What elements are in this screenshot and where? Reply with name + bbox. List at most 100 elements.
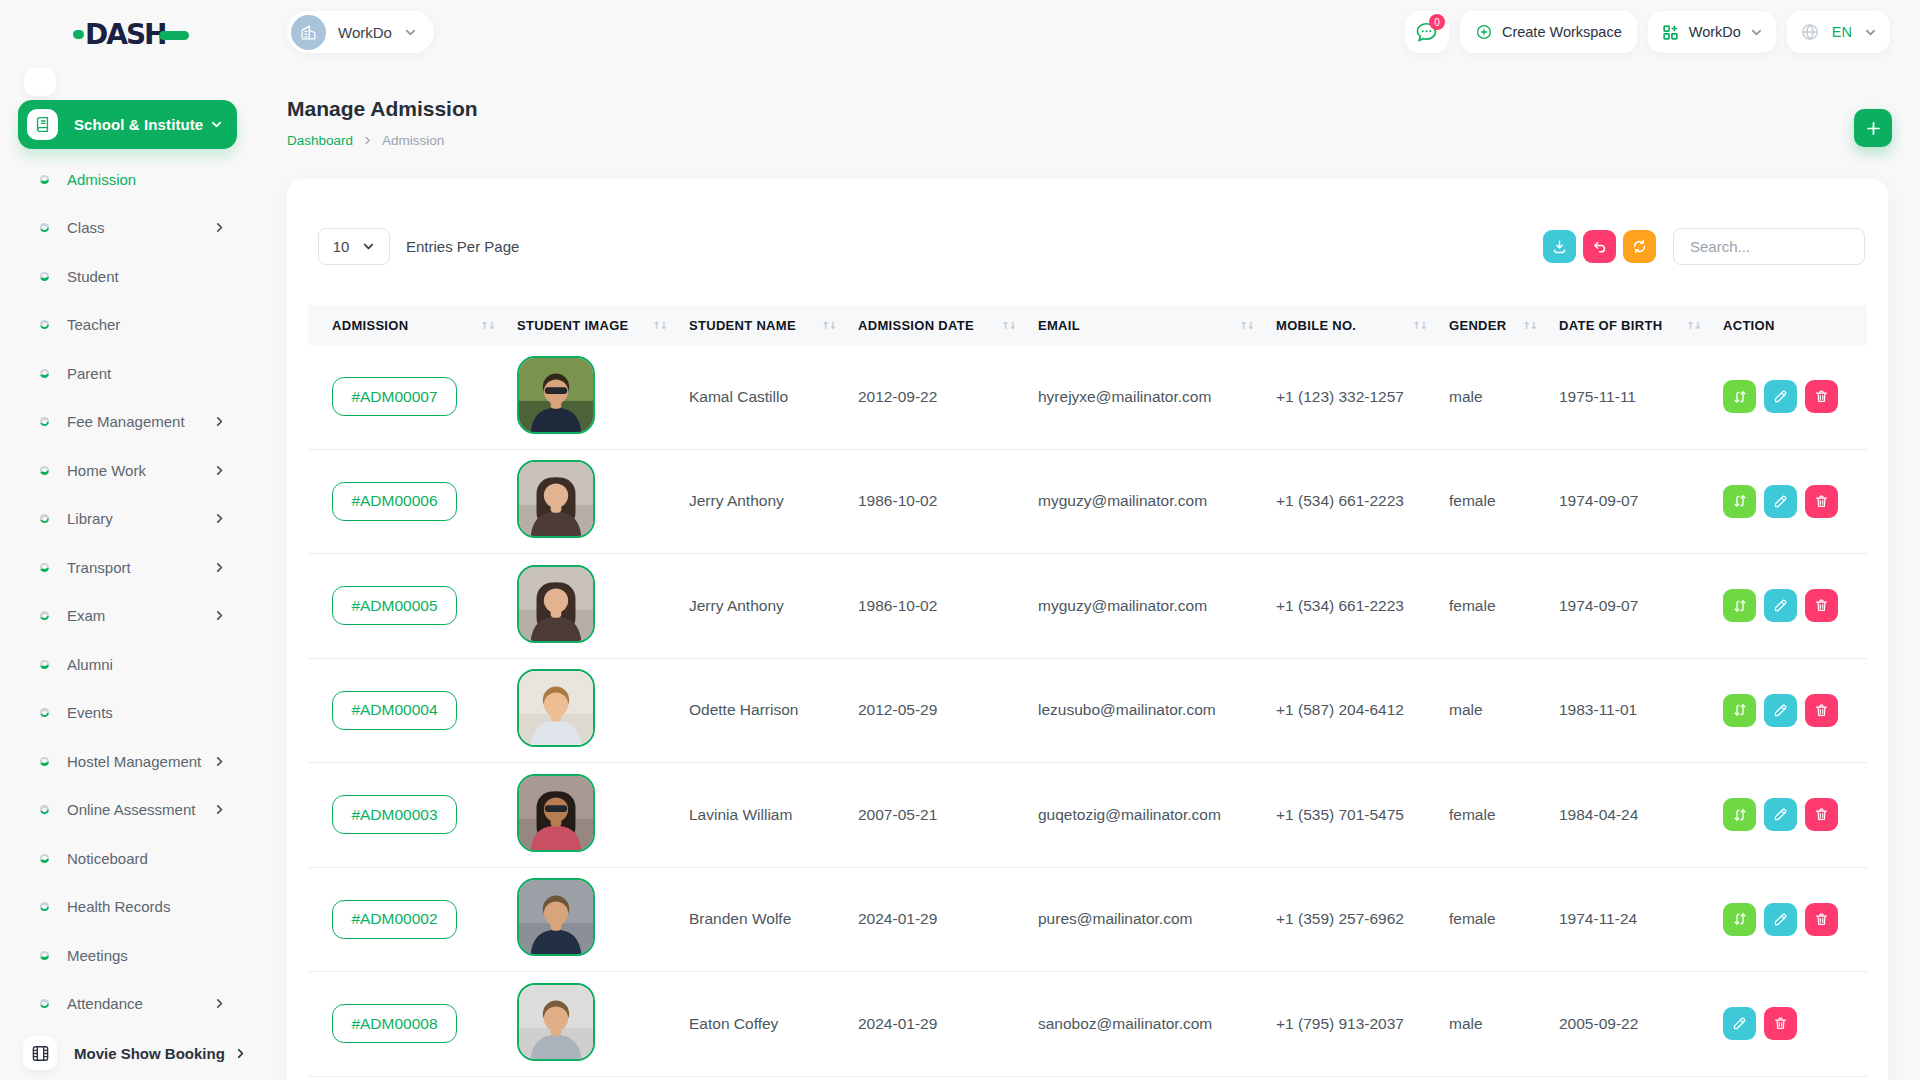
sidebar-item-transport[interactable]: Transport (0, 543, 267, 592)
sidebar-item-events[interactable]: Events (0, 689, 267, 738)
bullet-icon (40, 611, 49, 620)
column-header-admission-date[interactable]: ADMISSION DATE ↑↓ (850, 318, 1030, 333)
sort-icon[interactable]: ↑↓ (652, 320, 667, 331)
sort-icon[interactable]: ↑↓ (480, 320, 495, 331)
student-name-cell: Branden Wolfe (681, 910, 850, 928)
chevron-down-icon (210, 118, 223, 131)
sidebar-item-home-work[interactable]: Home Work (0, 446, 267, 495)
language-code: EN (1832, 24, 1852, 40)
sidebar-item-health-records[interactable]: Health Records (0, 883, 267, 932)
chevron-right-icon (362, 135, 373, 146)
sidebar-section-school-institute[interactable]: School & Institute (18, 100, 237, 149)
edit-button[interactable] (1764, 485, 1797, 518)
sidebar-item-label: Hostel Management (67, 753, 201, 770)
chevron-down-icon (404, 26, 417, 39)
swap-student-button[interactable] (1723, 380, 1756, 413)
sidebar-item-parent[interactable]: Parent (0, 349, 267, 398)
swap-student-button[interactable] (1723, 694, 1756, 727)
add-admission-button[interactable] (1854, 109, 1892, 147)
delete-button[interactable] (1805, 798, 1838, 831)
sidebar-item-online-assessment[interactable]: Online Assessment (0, 786, 267, 835)
sidebar-item-student[interactable]: Student (0, 252, 267, 301)
sort-icon[interactable]: ↑↓ (1522, 320, 1537, 331)
delete-button[interactable] (1805, 380, 1838, 413)
column-header-gender[interactable]: GENDER↑↓ (1441, 318, 1551, 333)
breadcrumb-dashboard[interactable]: Dashboard (287, 133, 353, 148)
sidebar: School & Institute AdmissionClassStudent… (0, 60, 267, 1080)
edit-button[interactable] (1764, 798, 1797, 831)
sidebar-item-class[interactable]: Class (0, 204, 267, 253)
edit-button[interactable] (1764, 589, 1797, 622)
swap-student-button[interactable] (1723, 589, 1756, 622)
sidebar-item-attendance[interactable]: Attendance (0, 980, 267, 1029)
column-header-email[interactable]: EMAIL ↑↓ (1030, 318, 1268, 333)
student-photo (517, 878, 595, 956)
chevron-right-icon (213, 755, 226, 768)
swap-student-button[interactable] (1723, 798, 1756, 831)
swap-student-button[interactable] (1723, 485, 1756, 518)
sidebar-item-hostel-management[interactable]: Hostel Management (0, 737, 267, 786)
chevron-right-icon (213, 803, 226, 816)
sort-icon[interactable]: ↑↓ (821, 320, 836, 331)
export-button[interactable] (1543, 230, 1576, 263)
table-row: #ADM00006Jerry Anthony1986-10-02myguzy@m… (308, 450, 1867, 555)
search-input[interactable] (1673, 228, 1865, 265)
student-image-cell (509, 565, 681, 647)
delete-button[interactable] (1805, 485, 1838, 518)
swap-student-button[interactable] (1723, 903, 1756, 936)
delete-button[interactable] (1805, 694, 1838, 727)
sidebar-item-meetings[interactable]: Meetings (0, 931, 267, 980)
sidebar-item-exam[interactable]: Exam (0, 592, 267, 641)
workspace-switcher[interactable]: WorkDo (287, 11, 434, 53)
sidebar-item-label: Noticeboard (67, 850, 148, 867)
gender-cell: female (1441, 492, 1551, 510)
chat-button[interactable]: 0 (1405, 11, 1449, 53)
email-cell: myguzy@mailinator.com (1030, 492, 1268, 510)
breadcrumb: Dashboard Admission (287, 133, 444, 148)
column-header-student-name[interactable]: STUDENT NAME↑↓ (681, 318, 850, 333)
sidebar-item-admission[interactable]: Admission (0, 155, 267, 204)
edit-button[interactable] (1764, 903, 1797, 936)
sidebar-item-label: Fee Management (67, 413, 185, 430)
edit-button[interactable] (1764, 380, 1797, 413)
sidebar-item-movie-show-booking[interactable]: Movie Show Booking (0, 1036, 267, 1070)
language-selector[interactable]: EN (1787, 11, 1890, 53)
student-name-cell: Lavinia William (681, 806, 850, 824)
column-header-mobile-no-[interactable]: MOBILE NO.↑↓ (1268, 318, 1441, 333)
column-label: ADMISSION DATE (858, 318, 974, 333)
bullet-icon (40, 708, 49, 717)
column-header-date-of-birth[interactable]: DATE OF BIRTH↑↓ (1551, 318, 1715, 333)
student-photo (517, 356, 595, 434)
dash-logo[interactable]: DASH (73, 22, 189, 47)
sidebar-item-noticeboard[interactable]: Noticeboard (0, 834, 267, 883)
bullet-icon (40, 563, 49, 572)
column-header-admission[interactable]: ADMISSION↑↓ (308, 318, 509, 333)
workdo-menu[interactable]: WorkDo (1648, 11, 1776, 53)
sort-icon[interactable]: ↑↓ (1686, 320, 1701, 331)
sort-icon[interactable]: ↑↓ (1412, 320, 1427, 331)
delete-button[interactable] (1805, 903, 1838, 936)
edit-button[interactable] (1764, 694, 1797, 727)
refresh-button[interactable] (1623, 230, 1656, 263)
column-label: EMAIL (1038, 318, 1080, 333)
gender-cell: male (1441, 388, 1551, 406)
sidebar-item-label: Meetings (67, 947, 128, 964)
sidebar-collapse-tab[interactable] (24, 68, 56, 96)
reset-button[interactable] (1583, 230, 1616, 263)
sidebar-item-fee-management[interactable]: Fee Management (0, 398, 267, 447)
table-row: #ADM00003Lavinia William2007-05-21guqeto… (308, 763, 1867, 868)
column-header-student-image[interactable]: STUDENT IMAGE↑↓ (509, 318, 681, 333)
chevron-right-icon (213, 512, 226, 525)
create-workspace-button[interactable]: Create Workspace (1460, 11, 1637, 53)
sort-icon[interactable]: ↑↓ (1239, 320, 1254, 331)
entries-per-page-select[interactable]: 10 (318, 228, 390, 265)
delete-button[interactable] (1805, 589, 1838, 622)
table-row: #ADM00004Odette Harrison2012-05-29lezusu… (308, 659, 1867, 764)
sort-icon[interactable]: ↑↓ (1001, 320, 1016, 331)
edit-button[interactable] (1723, 1007, 1756, 1040)
bullet-icon (40, 757, 49, 766)
sidebar-item-teacher[interactable]: Teacher (0, 301, 267, 350)
sidebar-item-alumni[interactable]: Alumni (0, 640, 267, 689)
delete-button[interactable] (1764, 1007, 1797, 1040)
sidebar-item-library[interactable]: Library (0, 495, 267, 544)
